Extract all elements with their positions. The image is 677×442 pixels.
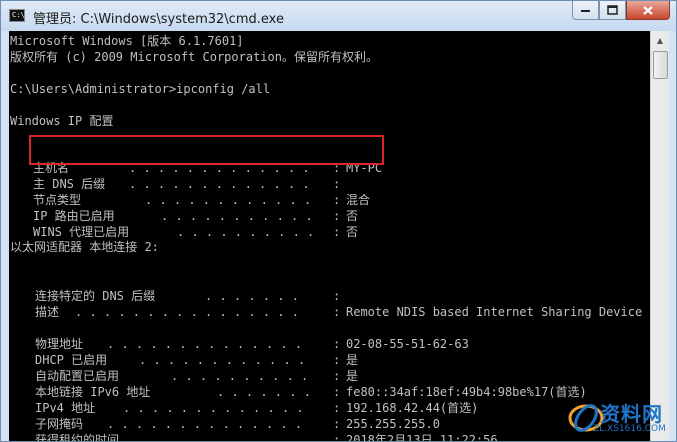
copyright-line: 版权所有 (c) 2009 Microsoft Corporation。保留所有… bbox=[10, 50, 378, 64]
close-button[interactable] bbox=[626, 1, 670, 20]
scroll-up-icon[interactable]: ▲ bbox=[651, 32, 669, 49]
cmd-window: C:\ 管理员: C:\Windows\system32\cmd.exe Mic… bbox=[0, 0, 677, 442]
watermark-brand: 资料网 bbox=[600, 402, 663, 426]
adapter-row-mac: 物理地址. . . . . . . . . . . . . .:02-08-55… bbox=[35, 337, 469, 351]
adapter-row-dhcp: DHCP 已启用. . . . . . . . . . . .:是 bbox=[35, 353, 359, 367]
close-icon bbox=[643, 5, 653, 15]
leader-dots: . . . . . . . . . . . . . . . . bbox=[75, 305, 299, 319]
adapter-row-dns-suffix: 连接特定的 DNS 后缀. . . . . . .: bbox=[35, 289, 341, 303]
adapter-heading: 以太网适配器 本地连接 2: bbox=[10, 240, 159, 254]
cmd-icon[interactable]: C:\ bbox=[9, 9, 25, 22]
config-row-node-type: 节点类型. . . . . . . . . . . .: 混合 bbox=[33, 193, 371, 207]
config-row-ip-routing: IP 路由已启用. . . . . . . . . . .:否 bbox=[33, 209, 359, 223]
vertical-scrollbar[interactable]: ▲ bbox=[650, 31, 669, 441]
maximize-button[interactable] bbox=[599, 1, 626, 20]
section-heading: Windows IP 配置 bbox=[10, 114, 114, 128]
title-bar[interactable]: C:\ 管理员: C:\Windows\system32\cmd.exe bbox=[1, 1, 676, 31]
adapter-row-description: 描述. . . . . . . . . . . . . . . .: Remote… bbox=[35, 305, 643, 319]
adapter-row-ipv6: 本地链接 IPv6 地址. . . . . . .: fe80::34af:18e… bbox=[35, 385, 587, 399]
hostname-highlight-box bbox=[29, 135, 384, 165]
command-line: C:\Users\Administrator>ipconfig /all bbox=[10, 82, 271, 96]
minimize-icon bbox=[581, 10, 590, 12]
maximize-icon bbox=[607, 5, 618, 15]
config-row-wins-proxy: WINS 代理已启用. . . . . . . . . .:否 bbox=[33, 225, 359, 239]
console-output[interactable]: Microsoft Windows [版本 6.1.7601] 版权所有 (c)… bbox=[9, 31, 650, 441]
minimize-button[interactable] bbox=[572, 1, 599, 20]
window-controls bbox=[572, 1, 670, 21]
leader-dots: . . . . . . . . . . bbox=[177, 225, 315, 239]
watermark-domain: ZL.XS1616.COM bbox=[593, 424, 666, 434]
window-title: 管理员: C:\Windows\system32\cmd.exe bbox=[33, 12, 284, 27]
scrollbar-thumb[interactable] bbox=[653, 51, 668, 79]
version-line: Microsoft Windows [版本 6.1.7601] bbox=[10, 34, 244, 48]
leader-dots: . . . . . . . . . . . . bbox=[145, 433, 312, 441]
adapter-row-autoconfig: 自动配置已启用. . . . . . . . . .:是 bbox=[35, 369, 359, 383]
